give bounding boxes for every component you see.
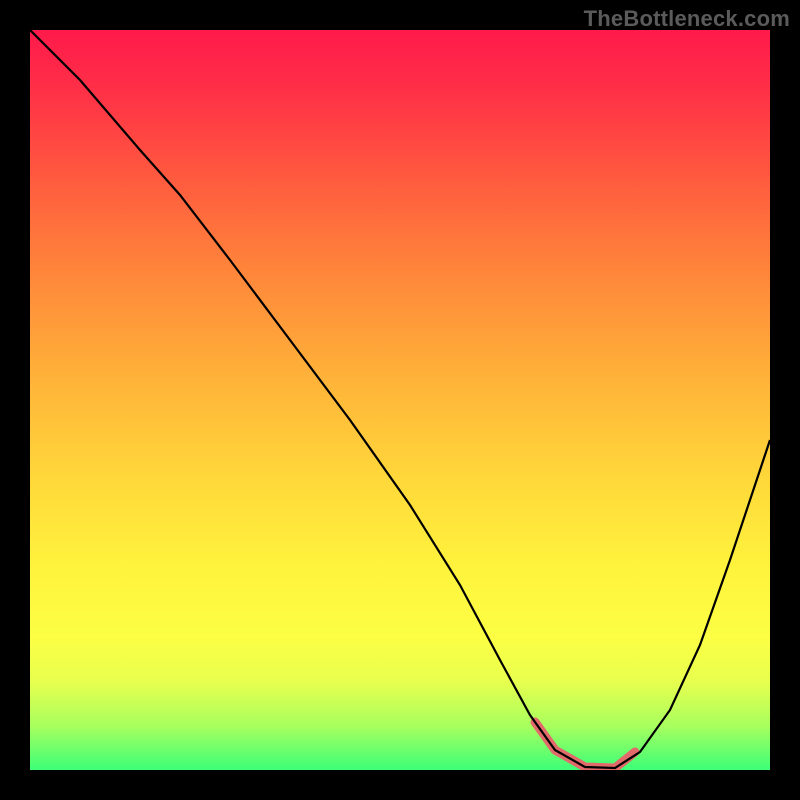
bottleneck-curve-line	[30, 30, 770, 768]
curve-layer	[30, 30, 770, 770]
watermark-text: TheBottleneck.com	[584, 6, 790, 32]
trough-highlight	[535, 722, 635, 768]
plot-area	[30, 30, 770, 770]
chart-frame: TheBottleneck.com	[0, 0, 800, 800]
